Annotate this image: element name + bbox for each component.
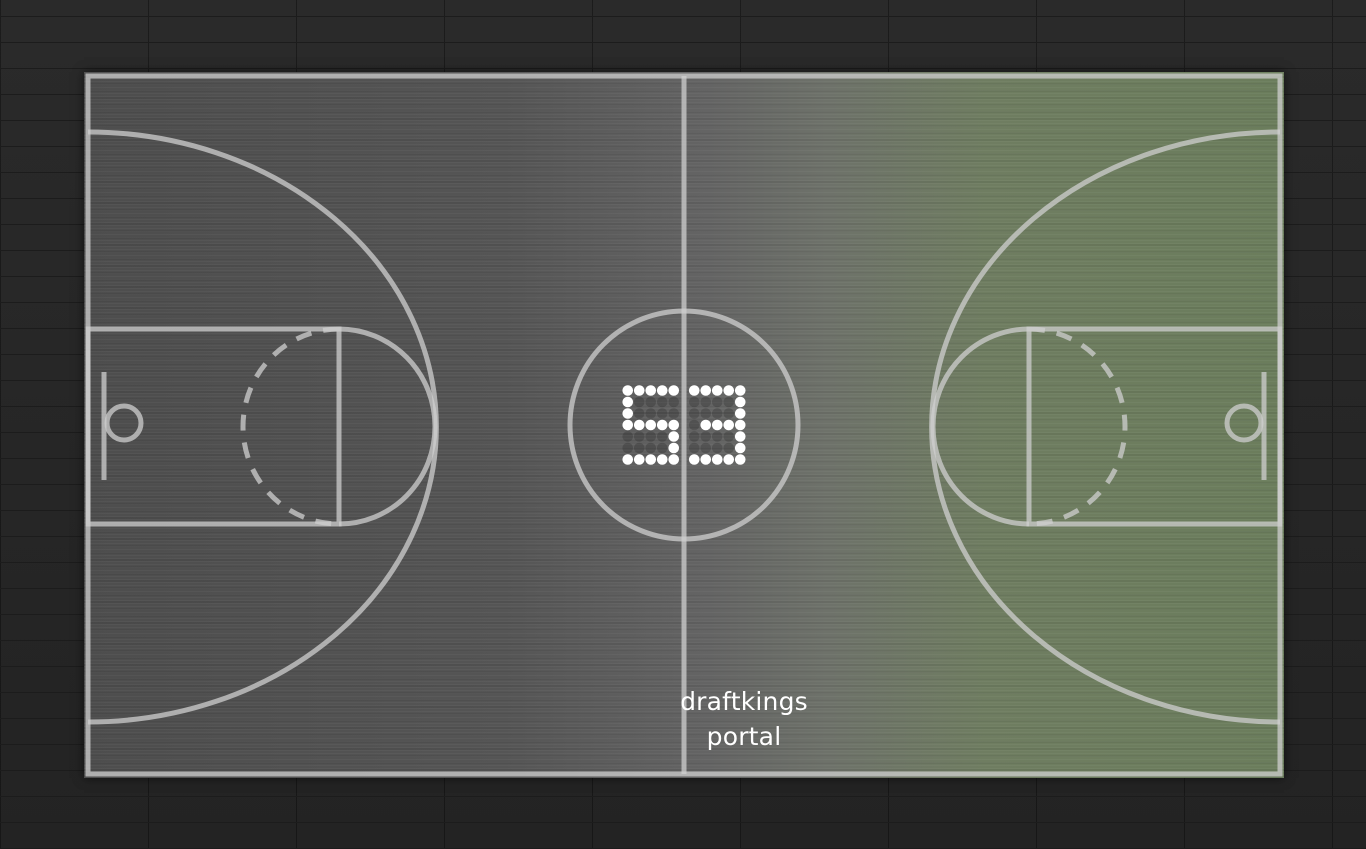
scoreboard-dot-off (711, 396, 723, 408)
scoreboard-dot-off (700, 396, 712, 408)
scoreboard-dot-off (633, 408, 645, 419)
scoreboard-dot-on (711, 419, 723, 431)
scoreboard-dot-on (645, 419, 657, 431)
scoreboard-dot-off (723, 396, 735, 408)
scoreboard-dot-off (645, 431, 657, 442)
scoreboard-dot-off (700, 431, 712, 442)
scoreboard-dot-on (723, 419, 735, 431)
scoreboard-dot-off (633, 431, 645, 442)
scoreboard-dot-off (656, 431, 668, 442)
scoreboard-dot-off (633, 442, 645, 454)
scoreboard-dot-off (668, 396, 680, 408)
scoreboard-dot-on (622, 385, 634, 396)
scoreboard-dot-off (633, 396, 645, 408)
scoreboard-dot-on (622, 454, 634, 465)
scoreboard-dot-on (688, 385, 700, 396)
scoreboard-dot-off (622, 442, 634, 454)
scoreboard-dot-on (668, 419, 680, 431)
scoreboard-dot-off (711, 442, 723, 454)
scoreboard-dot-off (723, 431, 735, 442)
brand-link[interactable]: draftkings portal (644, 684, 844, 754)
right-free-throw-dashed-arc (1028, 326, 1128, 527)
scoreboard-dot-on (711, 385, 723, 396)
scoreboard-dot-off (700, 408, 712, 419)
left-free-throw-arc (338, 326, 438, 527)
scoreboard-dot-on (633, 454, 645, 465)
scoreboard-digit (622, 385, 680, 465)
left-key (85, 326, 342, 527)
scoreboard-dot-on (700, 385, 712, 396)
scoreboard-dot-on (668, 431, 680, 442)
brick-wall-background: draftkings portal (0, 0, 1366, 849)
right-hoop (1224, 403, 1264, 443)
scoreboard-dot-on (734, 396, 746, 408)
scoreboard-dot-on (656, 385, 668, 396)
scoreboard-dot-on (734, 408, 746, 419)
scoreboard-dot-on (723, 454, 735, 465)
left-hoop (104, 403, 144, 443)
scoreboard-dot-on (711, 454, 723, 465)
scoreboard-dot-off (656, 396, 668, 408)
scoreboard-dot-on (622, 419, 634, 431)
scoreboard-dot-off (688, 431, 700, 442)
scoreboard-dot-on (668, 454, 680, 465)
scoreboard-dot-on (700, 419, 712, 431)
scoreboard-dot-on (656, 419, 668, 431)
scoreboard-dot-off (645, 408, 657, 419)
brand-line-1: draftkings (680, 687, 808, 716)
scoreboard-dot-on (668, 442, 680, 454)
right-free-throw-arc (930, 326, 1030, 527)
scoreboard-dot-on (633, 419, 645, 431)
scoreboard-dot-on (688, 454, 700, 465)
scoreboard-dot-on (700, 454, 712, 465)
scoreboard-dot-off (688, 442, 700, 454)
scoreboard-dot-on (645, 454, 657, 465)
brand-line-2: portal (706, 722, 782, 751)
scoreboard-dot-off (723, 408, 735, 419)
scoreboard-dot-on (645, 385, 657, 396)
scoreboard-dot-off (622, 431, 634, 442)
scoreboard-dot-on (734, 442, 746, 454)
scoreboard-dot-off (711, 408, 723, 419)
basketball-court: draftkings portal (84, 72, 1284, 778)
scoreboard-dot-on (734, 419, 746, 431)
scoreboard-dot-on (734, 385, 746, 396)
scoreboard-dot-off (668, 408, 680, 419)
scoreboard-dot-off (688, 396, 700, 408)
scoreboard-dot-on (668, 385, 680, 396)
scoreboard-dot-off (656, 442, 668, 454)
scoreboard-dot-off (700, 442, 712, 454)
scoreboard-dot-on (622, 396, 634, 408)
court-markings (85, 73, 1283, 777)
scoreboard-dot-on (656, 454, 668, 465)
scoreboard-dot-on (633, 385, 645, 396)
scoreboard-dot-off (711, 431, 723, 442)
scoreboard-dot-on (734, 431, 746, 442)
scoreboard-dot-on (734, 454, 746, 465)
scoreboard-dot-on (723, 385, 735, 396)
scoreboard-dot-off (656, 408, 668, 419)
scoreboard-digit (688, 385, 746, 465)
scoreboard-dot-off (645, 442, 657, 454)
right-key (1026, 326, 1283, 527)
scoreboard-dot-off (688, 419, 700, 431)
scoreboard-dot-off (688, 408, 700, 419)
scoreboard-dot-off (723, 442, 735, 454)
scoreboard-dot-on (622, 408, 634, 419)
scoreboard-dot-off (645, 396, 657, 408)
left-free-throw-dashed-arc (240, 326, 340, 527)
